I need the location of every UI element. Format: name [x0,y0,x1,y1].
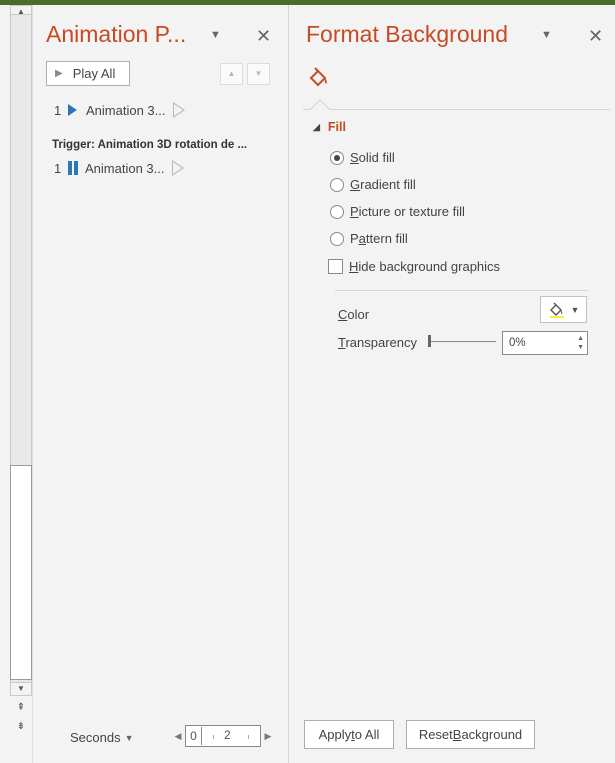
play-icon: ▶ [55,68,63,79]
collapse-triangle-icon: ◢ [313,121,320,132]
transparency-slider-thumb[interactable] [428,335,431,347]
play-triangle-icon [68,104,77,116]
pause-bars-icon [68,161,78,175]
paint-bucket-icon[interactable] [307,65,331,89]
vertical-scrollbar[interactable]: ▲ ▼ ⇞ ⇟ [0,5,33,763]
fill-color-icon [549,302,564,318]
fill-section-header[interactable]: ◢ Fill [313,120,346,134]
animation-name: Animation 3... [85,160,165,176]
chevron-down-icon: ▼ [124,732,134,743]
solid-fill-radio[interactable]: Solid fill [330,150,395,165]
transparency-input[interactable]: 0% ▲ ▼ [502,331,588,355]
play-all-label: Play All [72,66,116,81]
section-divider [335,290,588,291]
apply-to-all-button[interactable]: Apply to All [304,720,394,749]
close-icon[interactable]: ✕ [588,27,603,45]
tab-divider [303,109,610,110]
animation-pane: Animation P... ▼ ✕ ▶ Play All ▲ ▼ 1 Anim… [34,5,288,763]
format-background-title: Format Background [306,21,508,47]
animation-number: 1 [54,102,62,118]
radio-button[interactable] [330,150,344,165]
animation-name: Animation 3... [86,102,166,118]
move-up-button[interactable]: ▲ [220,63,243,85]
pane-options-icon[interactable]: ▼ [541,29,552,41]
radio-label: Picture or texture fill [350,204,465,219]
fill-section-label: Fill [327,120,346,134]
gradient-fill-radio[interactable]: Gradient fill [330,177,416,192]
timeline-ruler: 0 2 [185,725,261,747]
format-background-pane: Format Background ▼ ✕ ◢ Fill Solid fill … [289,5,615,763]
timing-bar-icon[interactable] [171,160,184,176]
move-down-button[interactable]: ▼ [247,63,270,85]
transparency-label: Transparency [338,335,418,350]
seconds-dropdown[interactable]: Seconds ▼ [70,730,134,745]
trigger-animation-item[interactable]: 1 Animation 3... [54,160,184,176]
timeline-scale[interactable]: ◀ 0 2 ▶ [173,725,273,747]
reset-background-button[interactable]: Reset Background [406,720,535,749]
close-icon[interactable]: ✕ [256,27,271,45]
timeline-tick [213,735,214,739]
seconds-label: Seconds [70,730,121,745]
fill-color-button[interactable]: ▼ [540,296,587,323]
spinner-arrows-icon[interactable]: ▲ ▼ [577,334,584,352]
previous-slide-icon[interactable]: ⇞ [13,703,29,713]
timeline-tick [248,735,249,739]
transparency-slider-track[interactable] [428,341,496,342]
radio-button[interactable] [330,231,344,246]
radio-label: Gradient fill [350,177,416,192]
checkbox[interactable] [328,259,343,274]
timeline-left-icon[interactable]: ◀ [173,731,183,742]
pattern-fill-radio[interactable]: Pattern fill [330,231,408,246]
tab-indicator [310,99,330,119]
transparency-value: 0% [509,337,526,349]
radio-label: Solid fill [350,150,395,165]
radio-label: Pattern fill [350,231,408,246]
scrollbar-thumb[interactable] [10,465,32,680]
animation-number: 1 [54,160,62,176]
timeline-two: 2 [224,728,231,742]
pane-options-icon[interactable]: ▼ [210,29,221,41]
checkbox-label: Hide background graphics [349,259,501,274]
scroll-down-icon[interactable]: ▼ [10,682,32,696]
trigger-label: Trigger: Animation 3D rotation de ... [52,139,248,151]
timing-bar-icon[interactable] [172,102,185,118]
chevron-down-icon: ▼ [570,304,580,315]
picture-texture-fill-radio[interactable]: Picture or texture fill [330,204,465,219]
radio-button[interactable] [330,177,344,192]
animation-list-item[interactable]: 1 Animation 3... [54,102,185,118]
play-all-button[interactable]: ▶ Play All [46,61,130,86]
hide-background-graphics-checkbox[interactable]: Hide background graphics [328,259,500,274]
radio-button[interactable] [330,204,344,219]
timeline-right-icon[interactable]: ▶ [263,731,273,742]
timeline-zero: 0 [186,727,202,745]
animation-pane-title: Animation P... [46,21,187,47]
color-label: Color [338,307,370,322]
next-slide-icon[interactable]: ⇟ [13,722,29,732]
